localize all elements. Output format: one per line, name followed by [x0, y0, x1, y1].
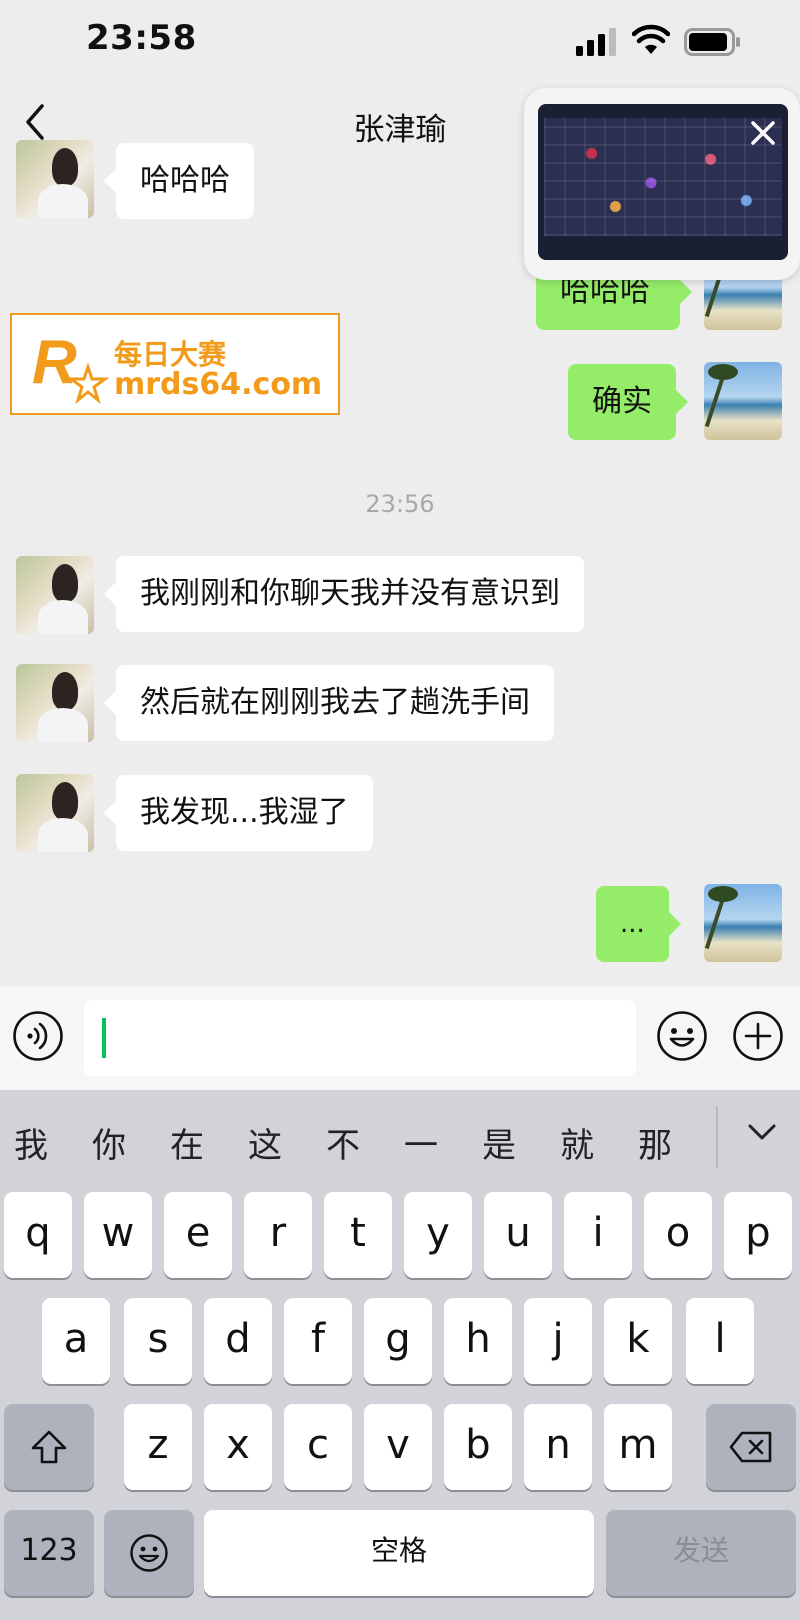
shift-key[interactable] [4, 1404, 94, 1490]
incoming-message: 哈哈哈 [104, 143, 254, 219]
key-s[interactable]: s [124, 1298, 192, 1384]
candidate-word[interactable]: 在 [170, 1118, 204, 1167]
incoming-message: 然后就在刚刚我去了趟洗手间 [104, 665, 554, 741]
key-c[interactable]: c [284, 1404, 352, 1490]
contact-avatar[interactable] [16, 774, 94, 852]
delete-key[interactable] [706, 1404, 796, 1490]
key-a[interactable]: a [42, 1298, 110, 1384]
key-w[interactable]: w [84, 1192, 152, 1278]
key-e[interactable]: e [164, 1192, 232, 1278]
key-g[interactable]: g [364, 1298, 432, 1384]
candidate-word[interactable]: 我 [14, 1118, 48, 1167]
chevron-down-icon[interactable] [744, 1116, 780, 1150]
key-p[interactable]: p [724, 1192, 792, 1278]
key-l[interactable]: l [686, 1298, 754, 1384]
plus-icon[interactable] [732, 1010, 784, 1062]
candidate-word[interactable]: 那 [638, 1118, 672, 1167]
keyboard: 我 你 在 这 不 一 是 就 那 q w e r t y u i o p a … [0, 1090, 800, 1620]
key-m[interactable]: m [604, 1404, 672, 1490]
space-key[interactable]: 空格 [204, 1510, 594, 1596]
emoji-key[interactable] [104, 1510, 194, 1596]
key-f[interactable]: f [284, 1298, 352, 1384]
key-y[interactable]: y [404, 1192, 472, 1278]
watermark-url: mrds64.com [114, 367, 323, 402]
key-i[interactable]: i [564, 1192, 632, 1278]
key-j[interactable]: j [524, 1298, 592, 1384]
numbers-key[interactable]: 123 [4, 1510, 94, 1596]
key-x[interactable]: x [204, 1404, 272, 1490]
contact-avatar[interactable] [16, 664, 94, 742]
my-avatar[interactable] [704, 884, 782, 962]
key-d[interactable]: d [204, 1298, 272, 1384]
candidate-word[interactable]: 这 [248, 1118, 282, 1167]
candidate-word[interactable]: 一 [404, 1118, 438, 1167]
candidate-word[interactable]: 不 [326, 1118, 360, 1167]
incoming-message: 我发现...我湿了 [104, 775, 373, 851]
text-caret [102, 1018, 106, 1058]
send-key[interactable]: 发送 [606, 1510, 796, 1596]
candidate-word[interactable]: 你 [92, 1118, 126, 1167]
status-time: 23:58 [86, 18, 197, 58]
key-z[interactable]: z [124, 1404, 192, 1490]
contact-avatar[interactable] [16, 556, 94, 634]
key-b[interactable]: b [444, 1404, 512, 1490]
my-avatar[interactable] [704, 362, 782, 440]
candidate-word[interactable]: 就 [560, 1118, 594, 1167]
emoji-icon[interactable] [656, 1010, 708, 1062]
key-o[interactable]: o [644, 1192, 712, 1278]
emoji-icon [130, 1534, 168, 1572]
battery-icon [684, 28, 740, 56]
key-n[interactable]: n [524, 1404, 592, 1490]
shift-icon [31, 1430, 67, 1464]
message-input-bar [0, 986, 800, 1090]
key-t[interactable]: t [324, 1192, 392, 1278]
chat-timestamp: 23:56 [365, 490, 435, 518]
video-frame [544, 118, 782, 236]
floating-video-window[interactable] [524, 88, 800, 280]
key-u[interactable]: u [484, 1192, 552, 1278]
status-bar: 23:58 [0, 0, 800, 80]
watermark-logo: R [32, 328, 110, 405]
wifi-icon [632, 24, 670, 54]
key-k[interactable]: k [604, 1298, 672, 1384]
key-v[interactable]: v [364, 1404, 432, 1490]
incoming-message: 我刚刚和你聊天我并没有意识到 [104, 556, 584, 632]
outgoing-message: ... [596, 886, 681, 962]
candidate-bar: 我 你 在 这 不 一 是 就 那 [0, 1090, 800, 1190]
contact-avatar[interactable] [16, 140, 94, 218]
watermark-banner: R 每日大赛 mrds64.com [10, 313, 340, 415]
message-input[interactable] [84, 1000, 636, 1076]
svg-text:R: R [32, 328, 77, 397]
close-icon[interactable] [748, 118, 778, 148]
candidate-word[interactable]: 是 [482, 1118, 516, 1167]
key-h[interactable]: h [444, 1298, 512, 1384]
cellular-signal-icon [576, 28, 616, 56]
key-r[interactable]: r [244, 1192, 312, 1278]
candidate-divider [716, 1106, 718, 1168]
outgoing-message: 确实 [568, 364, 688, 440]
voice-icon[interactable] [12, 1010, 64, 1062]
backspace-icon [729, 1431, 772, 1463]
key-q[interactable]: q [4, 1192, 72, 1278]
